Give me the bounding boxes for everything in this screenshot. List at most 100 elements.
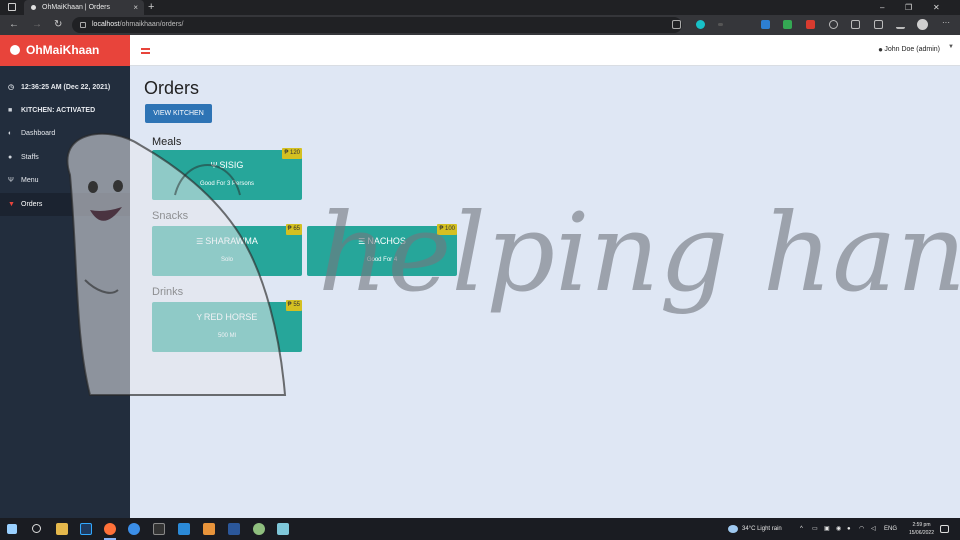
- tab-close-icon[interactable]: ×: [133, 0, 138, 15]
- watermark-overlay: helping hand: [66, 132, 960, 396]
- downloads-icon[interactable]: [896, 20, 905, 29]
- extension-m-icon[interactable]: [696, 20, 705, 29]
- sidebar: OhMaiKhaan ◷ 12:36:25 AM (Dec 22, 2021) …: [0, 35, 130, 518]
- notifications-icon[interactable]: [940, 525, 949, 533]
- item-name: ☰ NACHOS: [358, 236, 406, 246]
- menu-item-card[interactable]: ☰ SHARAWMA Solo ₱ 65: [152, 224, 302, 276]
- taskbar: 34°C Light rain ^ ▭ ▣ ◉ ● ◠ ◁ ENG 2:59 p…: [0, 518, 960, 540]
- menu-item-card[interactable]: ☰ NACHOS Good For 4 ₱ 100: [307, 224, 457, 276]
- extension-color-icon[interactable]: [783, 20, 792, 29]
- utensils-icon: Ψ: [210, 161, 218, 170]
- site-info-icon[interactable]: [80, 22, 86, 28]
- vscode-icon[interactable]: [178, 523, 190, 535]
- back-icon[interactable]: ←: [9, 18, 19, 32]
- price-badge: ₱ 55: [285, 300, 302, 311]
- language-indicator[interactable]: ENG: [884, 518, 897, 540]
- extension-dash-icon[interactable]: [718, 23, 723, 26]
- file-explorer-icon[interactable]: [56, 523, 68, 535]
- sidebar-item-staffs[interactable]: ● Staffs: [0, 146, 130, 169]
- menu-item-card[interactable]: Ψ SISIG Good For 3 Persons ₱ 120: [152, 148, 302, 200]
- sidebar-item-dashboard[interactable]: ◐ Dashboard: [0, 122, 130, 145]
- sidebar-item-label: Menu: [21, 177, 39, 184]
- sidebar-item-label: Orders: [21, 201, 43, 208]
- sidebar-kitchen-status: ■ KITCHEN: ACTIVATED: [0, 99, 130, 122]
- word-icon[interactable]: [228, 523, 240, 535]
- brand-logo[interactable]: OhMaiKhaan: [0, 35, 130, 66]
- section-title-meals: Meals: [152, 136, 182, 148]
- tray-color-icon[interactable]: ●: [847, 518, 851, 540]
- price-badge: ₱ 100: [437, 224, 457, 235]
- collections-icon[interactable]: [874, 20, 883, 29]
- photoshop-icon[interactable]: [80, 523, 92, 535]
- utensils-icon: Ψ: [8, 177, 14, 184]
- read-aloud-icon[interactable]: [672, 20, 681, 29]
- brand-icon: [10, 45, 20, 55]
- tray-app-icon[interactable]: ▣: [824, 518, 830, 540]
- firefox-icon[interactable]: [104, 523, 116, 535]
- item-description: Good For 3 Persons: [199, 181, 255, 187]
- page-viewport: OhMaiKhaan ◷ 12:36:25 AM (Dec 22, 2021) …: [0, 35, 960, 518]
- profile-avatar[interactable]: [917, 19, 928, 30]
- item-description: Solo: [220, 257, 233, 263]
- menu-item-card[interactable]: Y RED HORSE 500 Ml ₱ 55: [152, 300, 302, 352]
- section-title-drinks: Drinks: [152, 286, 184, 298]
- terminal-icon[interactable]: [153, 523, 165, 535]
- lock-icon: ■: [8, 107, 13, 114]
- new-tab-icon[interactable]: +: [148, 0, 154, 15]
- clock-date: 15/06/2022: [908, 530, 934, 536]
- browser-menu-icon[interactable]: ···: [942, 18, 950, 27]
- browser-tab[interactable]: OhMaiKhaan | Orders ×: [24, 0, 144, 15]
- search-icon[interactable]: [32, 524, 41, 533]
- burger-icon: ☰: [358, 237, 366, 246]
- sidebar-item-label: Staffs: [21, 154, 39, 161]
- reload-icon[interactable]: ↻: [54, 18, 62, 32]
- wifi-icon[interactable]: ◠: [859, 518, 864, 540]
- restore-icon[interactable]: ❐: [905, 0, 912, 15]
- item-name: Ψ SISIG: [210, 160, 244, 170]
- url-host: localhost: [92, 21, 120, 28]
- extension-red-icon[interactable]: [806, 20, 815, 29]
- clock-icon: ◷: [8, 84, 15, 91]
- item-name: Y RED HORSE: [196, 312, 258, 322]
- item-description: 500 Ml: [217, 333, 236, 339]
- forward-icon[interactable]: →: [32, 18, 42, 32]
- top-navbar: ● John Doe (admin) ▼: [130, 35, 960, 66]
- system-clock[interactable]: 2:59 pm 15/06/2022: [909, 521, 934, 537]
- browser-tab-strip: OhMaiKhaan | Orders × + – ❐ ✕: [0, 0, 960, 15]
- sidebar-toggle-icon[interactable]: [141, 48, 150, 54]
- extension-s-icon[interactable]: [761, 20, 770, 29]
- section-title-snacks: Snacks: [152, 210, 189, 222]
- notepad-icon[interactable]: [277, 523, 289, 535]
- sidebar-item-label: Dashboard: [21, 130, 56, 137]
- tab-actions-icon[interactable]: [8, 3, 16, 11]
- close-window-icon[interactable]: ✕: [933, 0, 940, 15]
- url-path: /ohmaikhaan/orders/: [119, 21, 184, 28]
- burger-icon: ☰: [196, 237, 204, 246]
- price-badge: ₱ 65: [285, 224, 302, 235]
- onedrive-icon[interactable]: ◉: [836, 518, 841, 540]
- clock-time: 2:59 pm: [912, 522, 931, 528]
- edge-icon[interactable]: [128, 523, 140, 535]
- address-bar[interactable]: localhost/ohmaikhaan/orders/: [72, 17, 682, 33]
- weather-icon[interactable]: [728, 525, 738, 533]
- network-icon[interactable]: ▭: [812, 518, 818, 540]
- view-kitchen-button[interactable]: VIEW KITCHEN: [145, 104, 212, 123]
- chevron-up-icon[interactable]: ^: [800, 518, 803, 540]
- favorites-icon[interactable]: [851, 20, 860, 29]
- clock-text: 12:36:25 AM (Dec 22, 2021): [21, 84, 111, 91]
- xampp-icon[interactable]: [203, 523, 215, 535]
- user-avatar-icon: ●: [878, 45, 883, 54]
- minimize-icon[interactable]: –: [880, 0, 884, 15]
- sidebar-item-orders[interactable]: ▼ Orders: [0, 193, 130, 216]
- volume-icon[interactable]: ◁: [871, 518, 876, 540]
- user-menu[interactable]: John Doe (admin): [884, 45, 940, 55]
- user-icon: ●: [8, 154, 13, 161]
- kitchen-status-text: KITCHEN: ACTIVATED: [21, 107, 96, 114]
- weather-text[interactable]: 34°C Light rain: [742, 518, 782, 540]
- sidebar-item-menu[interactable]: Ψ Menu: [0, 169, 130, 192]
- windows-start-icon[interactable]: [7, 524, 17, 534]
- chevron-down-icon[interactable]: ▼: [948, 44, 954, 50]
- browser-toolbar: ← → ↻ localhost/ohmaikhaan/orders/ ···: [0, 15, 960, 35]
- extension-ring-icon[interactable]: [829, 20, 838, 29]
- app-icon[interactable]: [253, 523, 265, 535]
